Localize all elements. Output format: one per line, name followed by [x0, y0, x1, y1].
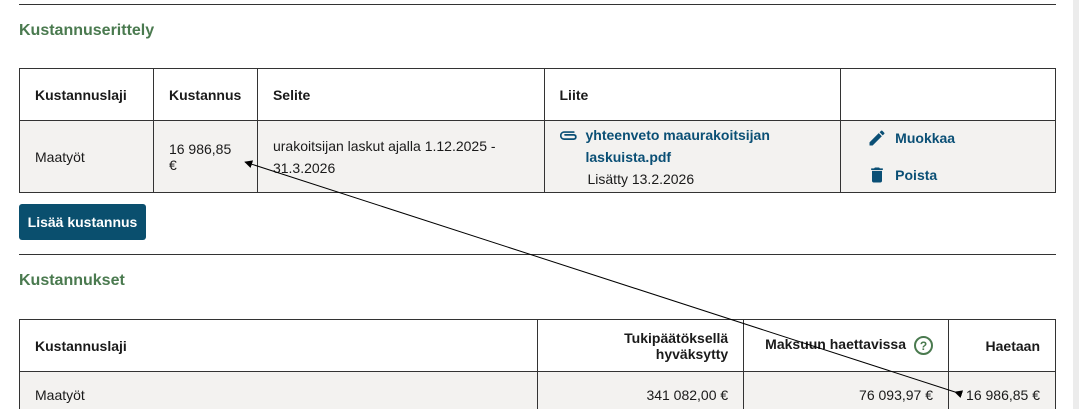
table-row: Maatyöt 341 082,00 € 76 093,97 € 16 986,… [18, 371, 1056, 409]
delete-label: Poista [895, 167, 938, 183]
col-header-type: Kustannuslaji [19, 68, 154, 121]
attachment-added-date: Lisätty 13.2.2026 [587, 170, 695, 187]
top-divider [19, 4, 1056, 5]
cell-description: urakoitsijan laskut ajalla 1.12.2025 - 3… [256, 120, 545, 193]
cell-cost: 16 986,85 € [152, 120, 258, 193]
col-header-cost: Kustannus [152, 68, 258, 121]
cell-approved: 341 082,00 € [537, 371, 745, 409]
trash-icon [871, 167, 884, 183]
cell-available: 76 093,97 € [743, 371, 950, 409]
col-header-attachment: Liite [543, 68, 842, 121]
breakdown-table: Kustannuslaji Kustannus Selite Liite Maa… [19, 68, 1056, 193]
costs-title: Kustannukset [19, 272, 125, 289]
col-header-requested: Haetaan [948, 319, 1056, 372]
col-header-actions [840, 68, 1056, 121]
attachment-name-line-1: yhteenveto maaurakoitsijan [585, 126, 770, 143]
table-row: Maatyöt 16 986,85 € urakoitsijan laskut … [19, 120, 1056, 193]
attachment-link[interactable]: yhteenveto maaurakoitsijan laskuista.pdf [559, 124, 770, 168]
edit-button[interactable]: Muokkaa [867, 126, 1040, 150]
col-header-available: Maksuun haettavissa? [743, 319, 950, 372]
page: Kustannuserittely Kustannuslaji Kustannu… [0, 0, 1079, 409]
cell-attachment: yhteenveto maaurakoitsijan laskuista.pdf… [543, 120, 842, 193]
mid-divider [19, 254, 1056, 255]
available-header-label: Maksuun haettavissa [765, 336, 907, 353]
pencil-icon [869, 130, 885, 146]
description-line-2: 31.3.2026 [272, 159, 336, 176]
attachment-name-line-2: laskuista.pdf [585, 148, 672, 165]
costs-header-row: Kustannuslaji Tukipäätöksellä hyväksytty… [18, 319, 1056, 372]
scrollbar[interactable] [1073, 0, 1079, 409]
cell-requested: 16 986,85 € [948, 371, 1056, 409]
paperclip-icon [559, 130, 577, 140]
delete-button[interactable]: Poista [867, 163, 1040, 187]
breakdown-header-row: Kustannuslaji Kustannus Selite Liite [19, 68, 1056, 121]
costs-table: Kustannuslaji Tukipäätöksellä hyväksytty… [18, 319, 1056, 409]
cell-actions: Muokkaa Poista [840, 120, 1056, 193]
col-header-type: Kustannuslaji [18, 319, 539, 372]
add-cost-button[interactable]: Lisää kustannus [19, 204, 146, 240]
help-icon[interactable]: ? [914, 336, 934, 355]
cell-type: Maatyöt [19, 120, 154, 193]
col-header-approved: Tukipäätöksellä hyväksytty [537, 319, 745, 372]
breakdown-title: Kustannuserittely [19, 22, 155, 39]
col-header-description: Selite [256, 68, 545, 121]
edit-label: Muokkaa [895, 130, 956, 146]
cell-type: Maatyöt [18, 371, 539, 409]
description-line-1: urakoitsijan laskut ajalla 1.12.2025 - [272, 137, 496, 154]
